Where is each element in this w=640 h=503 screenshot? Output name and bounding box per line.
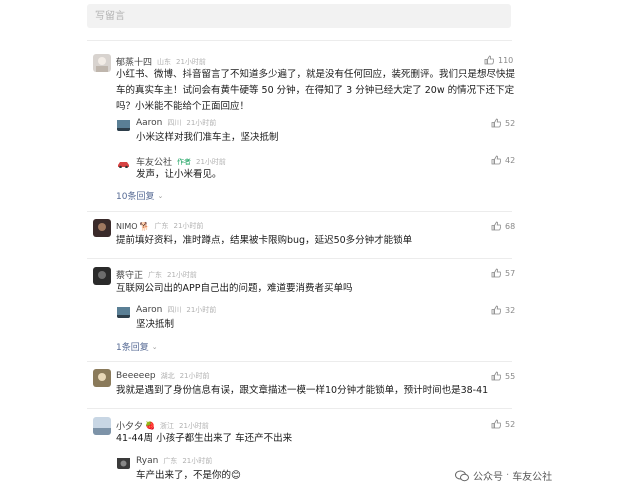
timestamp: 21小时前 [182, 457, 213, 465]
avatar[interactable] [93, 417, 111, 435]
location: 四川 [167, 119, 182, 127]
dog-emoji-icon: 🐕 [139, 221, 150, 231]
avatar[interactable] [93, 267, 111, 285]
commenter-name[interactable]: NIMO [116, 222, 138, 231]
thumbs-up-icon [491, 371, 501, 381]
reply-text: 车产出来了，不是你的😊 [136, 470, 241, 481]
timestamp: 21小时前 [186, 306, 217, 314]
comment-meta: Beeeeep 湖北 21小时前 [116, 371, 210, 381]
like-button[interactable]: 52 [491, 419, 515, 429]
expand-replies-button[interactable]: 1条回复 ⌄ [116, 340, 158, 354]
comment-text: 提前填好资料，准时蹲点，结果被卡限购bug，延迟50多分钟才能锁单 [116, 235, 413, 246]
thumbs-up-icon [491, 221, 501, 231]
divider [87, 211, 512, 212]
location: 浙江 [159, 421, 174, 430]
location: 广东 [154, 222, 169, 230]
expand-replies-button[interactable]: 10条回复 ⌄ [116, 189, 164, 203]
chevron-down-icon: ⌄ [151, 342, 158, 351]
location: 山东 [157, 57, 172, 66]
expand-replies-label: 10条回复 [116, 192, 155, 202]
author-badge: 作者 [177, 157, 192, 166]
comment-input-box[interactable] [87, 4, 511, 29]
watermark: 公众号 · 车友公社 [455, 468, 552, 483]
strawberry-emoji-icon: 🍓 [145, 421, 155, 430]
avatar[interactable] [93, 219, 111, 237]
like-button[interactable]: 55 [491, 371, 515, 381]
like-button[interactable]: 110 [484, 55, 513, 65]
commenter-name[interactable]: Beeeeep [116, 371, 156, 381]
avatar[interactable] [93, 54, 111, 72]
divider [87, 40, 512, 41]
location: 四川 [167, 306, 182, 314]
thumbs-up-icon [491, 155, 501, 165]
comment-input[interactable] [87, 4, 511, 29]
watermark-separator: · [506, 470, 510, 481]
like-button[interactable]: 32 [491, 305, 515, 315]
like-count: 52 [505, 118, 516, 128]
like-count: 42 [505, 155, 516, 165]
comment-meta: NIMO 🐕 广东 21小时前 [116, 221, 203, 231]
reply-name[interactable]: Ryan [136, 456, 158, 466]
comment-text: 小红书、微博、抖音留言了不知道多少遍了，就是没有任何回应，装死删评。我们只是想尽… [116, 67, 516, 115]
like-button[interactable]: 42 [491, 155, 515, 165]
timestamp: 21小时前 [176, 57, 206, 66]
avatar[interactable] [117, 456, 130, 469]
thumbs-up-icon [484, 55, 494, 65]
reply-text: 发声，让小米看见。 [136, 169, 222, 180]
comment-line: 车的真实车主！试问会有黄牛硬等 50 分钟，在得知了 3 分钟已经大定了 20w… [116, 85, 515, 96]
wechat-icon [455, 470, 469, 481]
like-button[interactable]: 57 [491, 268, 515, 278]
location: 广东 [163, 457, 178, 465]
comment-text: 互联网公司出的APP自己出的问题，难道要消费者买单吗 [116, 283, 353, 294]
thumbs-up-icon [491, 419, 501, 429]
expand-replies-label: 1条回复 [116, 343, 149, 353]
like-button[interactable]: 52 [491, 118, 515, 128]
timestamp: 21小时前 [178, 421, 209, 430]
location: 广东 [148, 270, 163, 279]
watermark-right: 车友公社 [512, 472, 553, 483]
reply-text: 小米这样对我们准车主，坚决抵制 [136, 132, 279, 143]
like-count: 68 [505, 221, 516, 231]
timestamp: 21小时前 [173, 222, 204, 230]
timestamp: 21小时前 [179, 372, 210, 380]
divider [87, 258, 512, 259]
reply-name[interactable]: Aaron [136, 305, 162, 315]
thumbs-up-icon [491, 118, 501, 128]
chevron-down-icon: ⌄ [157, 191, 164, 200]
divider [87, 408, 512, 409]
timestamp: 21小时前 [196, 157, 226, 166]
comment-line: 吗？小米能不能给个正面回应！ [116, 101, 250, 112]
reply-meta: Aaron 四川 21小时前 [136, 305, 216, 315]
like-count: 57 [505, 268, 516, 278]
like-button[interactable]: 68 [491, 221, 515, 231]
like-count: 55 [505, 371, 516, 381]
avatar[interactable] [117, 305, 130, 318]
avatar[interactable] [117, 155, 130, 168]
like-count: 52 [505, 419, 516, 429]
reply-text: 坚决抵制 [136, 319, 175, 330]
like-count: 110 [498, 55, 514, 65]
avatar[interactable] [93, 496, 111, 503]
like-count: 32 [505, 305, 516, 315]
comment-meta: 蔡守正 广东 21小时前 [116, 268, 197, 282]
thumbs-up-icon [491, 268, 501, 278]
reply-meta: Aaron 四川 21小时前 [136, 118, 216, 128]
avatar[interactable] [93, 369, 111, 387]
location: 湖北 [160, 372, 175, 380]
timestamp: 21小时前 [167, 270, 197, 279]
reply-meta: Ryan 广东 21小时前 [136, 456, 212, 466]
comment-text: 我就是遇到了身份信息有误，跟文章描述一模一样10分钟才能锁单，预计时间也是38-… [116, 385, 489, 396]
reply-name[interactable]: Aaron [136, 118, 162, 128]
comment-text: 41-44周 小孩子都生出来了 车还产不出来 [116, 433, 293, 444]
thumbs-up-icon [491, 305, 501, 315]
divider [87, 361, 512, 362]
timestamp: 21小时前 [186, 119, 217, 127]
watermark-left: 公众号 [473, 472, 503, 483]
commenter-name[interactable]: 蔡守正 [116, 268, 143, 281]
avatar[interactable] [117, 118, 130, 131]
comment-line: 小红书、微博、抖音留言了不知道多少遍了，就是没有任何回应，装死删评。我们只是想尽… [116, 69, 516, 80]
